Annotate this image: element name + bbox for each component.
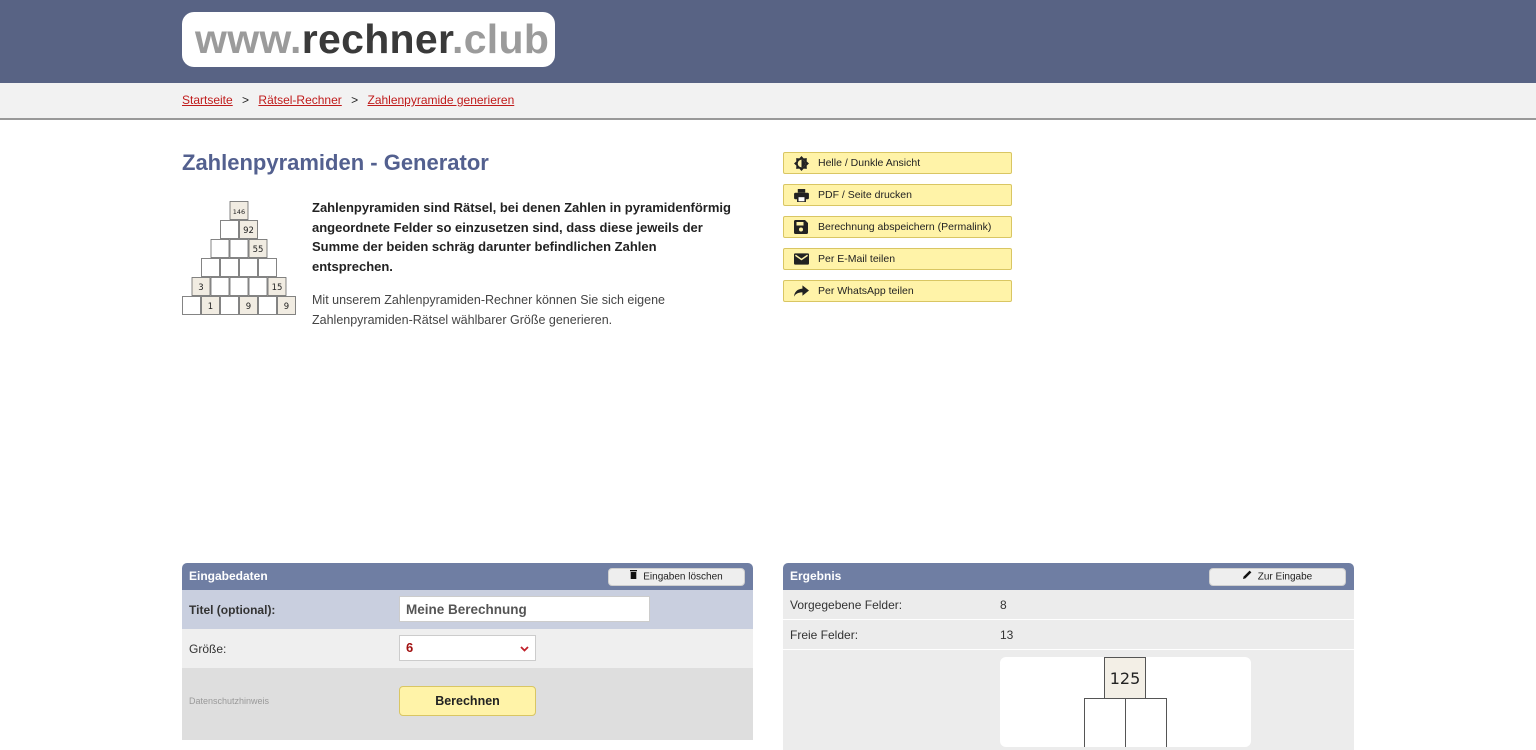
toggle-theme-label: Helle / Dunkle Ansicht [818,157,920,169]
input-panel-header: Eingabedaten Eingaben löschen [182,563,753,590]
intro-bold-text: Zahlenpyramiden sind Rätsel, bei denen Z… [312,198,737,276]
breadcrumb-separator: > [351,93,358,107]
result-pyramid-canvas: 125 [1000,657,1251,747]
print-label: PDF / Seite drucken [818,189,912,201]
share-email-label: Per E-Mail teilen [818,253,895,265]
title-field-label: Titel (optional): [189,603,275,617]
print-icon [793,188,809,202]
save-icon [793,220,809,234]
size-label: Größe: [189,642,226,656]
toggle-theme-button[interactable]: Helle / Dunkle Ansicht [783,152,1012,174]
example-pyramid-cell [221,297,239,315]
example-pyramid-image: 146 92 55 3 15 1 9 9 [182,201,296,316]
free-fields-row: Freie Felder: 13 [783,620,1354,650]
example-pyramid-cell [221,259,239,277]
example-pyramid-cell [249,278,267,296]
size-row: Größe: 6 [182,629,753,668]
breadcrumb: Startseite > Rätsel-Rechner > Zahlenpyra… [182,93,514,107]
back-to-input-label: Zur Eingabe [1258,572,1312,583]
given-fields-label: Vorgegebene Felder: [790,598,902,612]
example-pyramid-cell-value: 9 [246,302,251,312]
result-pyramid-cell [1126,699,1167,748]
example-pyramid-cell-value: 92 [243,226,254,236]
share-whatsapp-label: Per WhatsApp teilen [818,285,914,297]
given-fields-value: 8 [1000,598,1007,612]
share-whatsapp-button[interactable]: Per WhatsApp teilen [783,280,1012,302]
result-pyramid-top-value: 125 [1110,669,1141,688]
site-header: www.rechner.club [0,0,1536,83]
input-panel: Eingabedaten Eingaben löschen Titel (opt… [182,563,753,740]
logo-tld: .club [452,16,549,62]
title-input[interactable] [399,596,650,622]
breadcrumb-puzzles-link[interactable]: Rätsel-Rechner [258,93,341,107]
mail-icon [793,252,809,266]
save-permalink-button[interactable]: Berechnung abspeichern (Permalink) [783,216,1012,238]
page-title: Zahlenpyramiden - Generator [182,150,489,176]
share-email-button[interactable]: Per E-Mail teilen [783,248,1012,270]
example-pyramid-cell [211,240,229,258]
result-pyramid-area: 125 [783,650,1354,750]
intro-text: Mit unserem Zahlenpyramiden-Rechner könn… [312,290,732,330]
back-to-input-button[interactable]: Zur Eingabe [1209,568,1346,586]
example-pyramid-cell [230,240,248,258]
site-logo[interactable]: www.rechner.club [182,12,555,67]
given-fields-row: Vorgegebene Felder: 8 [783,590,1354,620]
logo-name: rechner [302,16,452,62]
result-panel-title: Ergebnis [790,569,841,583]
logo-www: www. [195,16,302,62]
result-pyramid: 125 [1000,657,1251,747]
contrast-icon [793,156,809,170]
example-pyramid-cell [211,278,229,296]
example-pyramid-cell [221,221,239,239]
example-pyramid-cell [230,278,248,296]
example-pyramid-cell-value: 3 [198,283,203,293]
clear-inputs-label: Eingaben löschen [643,572,723,583]
breadcrumb-home-link[interactable]: Startseite [182,93,233,107]
example-pyramid-cell-value: 1 [208,302,213,312]
breadcrumb-separator: > [242,93,249,107]
breadcrumb-bar: Startseite > Rätsel-Rechner > Zahlenpyra… [0,83,1536,120]
example-pyramid-cell [202,259,220,277]
size-select-value: 6 [406,640,413,655]
result-panel-header: Ergebnis Zur Eingabe [783,563,1354,590]
example-pyramid-cell [259,297,277,315]
example-pyramid-cell-value: 9 [284,302,289,312]
example-pyramid-cell [259,259,277,277]
pencil-icon [1243,569,1252,585]
trash-icon [630,569,637,585]
action-buttons: Helle / Dunkle Ansicht PDF / Seite druck… [783,152,1012,312]
example-pyramid-cell-value: 146 [233,208,245,216]
input-panel-title: Eingabedaten [189,569,268,583]
size-select[interactable]: 6 [399,635,536,661]
example-pyramid-cell-value: 15 [272,283,283,293]
print-button[interactable]: PDF / Seite drucken [783,184,1012,206]
result-pyramid-cell [1085,699,1126,748]
example-pyramid-cell-value: 55 [253,245,264,255]
breadcrumb-current-link[interactable]: Zahlenpyramide generieren [367,93,514,107]
free-fields-label: Freie Felder: [790,628,858,642]
title-row: Titel (optional): [182,590,753,629]
chevron-down-icon [520,636,529,660]
submit-row: Datenschutzhinweis Berechnen [182,668,753,740]
result-panel: Ergebnis Zur Eingabe Vorgegebene Felder:… [783,563,1354,750]
example-pyramid-cell [240,259,258,277]
calculate-button[interactable]: Berechnen [399,686,536,716]
free-fields-value: 13 [1000,628,1013,642]
privacy-link[interactable]: Datenschutzhinweis [189,696,269,706]
save-permalink-label: Berechnung abspeichern (Permalink) [818,221,991,233]
clear-inputs-button[interactable]: Eingaben löschen [608,568,745,586]
example-pyramid-cell [183,297,201,315]
share-icon [793,284,809,298]
